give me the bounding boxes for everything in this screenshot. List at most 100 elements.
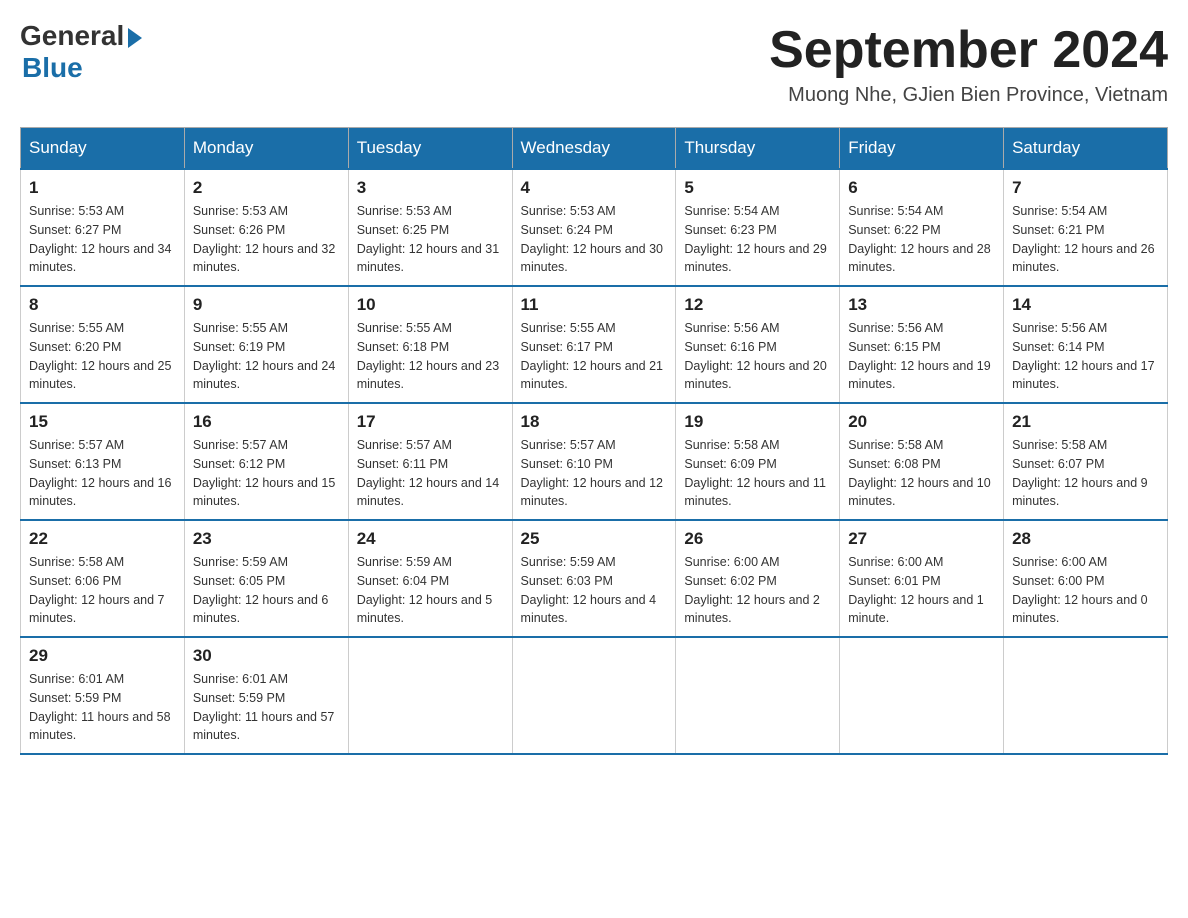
calendar-cell: 13 Sunrise: 5:56 AMSunset: 6:15 PMDayligh…	[840, 286, 1004, 403]
day-number: 29	[29, 646, 176, 666]
day-info: Sunrise: 5:58 AMSunset: 6:07 PMDaylight:…	[1012, 436, 1159, 511]
location-subtitle: Muong Nhe, GJien Bien Province, Vietnam	[769, 84, 1168, 107]
day-info: Sunrise: 5:58 AMSunset: 6:09 PMDaylight:…	[684, 436, 831, 511]
day-number: 3	[357, 178, 504, 198]
day-number: 23	[193, 529, 340, 549]
day-info: Sunrise: 5:53 AMSunset: 6:24 PMDaylight:…	[521, 202, 668, 277]
day-info: Sunrise: 5:55 AMSunset: 6:17 PMDaylight:…	[521, 319, 668, 394]
day-number: 11	[521, 295, 668, 315]
calendar-cell: 8 Sunrise: 5:55 AMSunset: 6:20 PMDaylight…	[21, 286, 185, 403]
day-number: 1	[29, 178, 176, 198]
day-info: Sunrise: 5:54 AMSunset: 6:21 PMDaylight:…	[1012, 202, 1159, 277]
day-number: 6	[848, 178, 995, 198]
weekday-header-saturday: Saturday	[1004, 128, 1168, 170]
day-info: Sunrise: 5:59 AMSunset: 6:04 PMDaylight:…	[357, 553, 504, 628]
day-number: 28	[1012, 529, 1159, 549]
calendar-cell: 16Sunrise: 5:57 AMSunset: 6:12 PMDayligh…	[184, 403, 348, 520]
day-info: Sunrise: 6:00 AMSunset: 6:02 PMDaylight:…	[684, 553, 831, 628]
calendar-cell: 6 Sunrise: 5:54 AMSunset: 6:22 PMDaylight…	[840, 169, 1004, 286]
day-info: Sunrise: 5:59 AMSunset: 6:05 PMDaylight:…	[193, 553, 340, 628]
calendar-cell: 10 Sunrise: 5:55 AMSunset: 6:18 PMDayligh…	[348, 286, 512, 403]
calendar-cell: 1Sunrise: 5:53 AMSunset: 6:27 PMDaylight…	[21, 169, 185, 286]
day-number: 2	[193, 178, 340, 198]
day-number: 8	[29, 295, 176, 315]
day-info: Sunrise: 5:55 AMSunset: 6:19 PMDaylight:…	[193, 319, 340, 394]
day-number: 19	[684, 412, 831, 432]
day-info: Sunrise: 5:59 AMSunset: 6:03 PMDaylight:…	[521, 553, 668, 628]
day-number: 25	[521, 529, 668, 549]
day-number: 17	[357, 412, 504, 432]
calendar-cell: 14 Sunrise: 5:56 AMSunset: 6:14 PMDayligh…	[1004, 286, 1168, 403]
calendar-cell	[348, 637, 512, 754]
day-number: 7	[1012, 178, 1159, 198]
logo: General Blue	[20, 20, 142, 84]
day-info: Sunrise: 5:55 AMSunset: 6:18 PMDaylight:…	[357, 319, 504, 394]
weekday-header-friday: Friday	[840, 128, 1004, 170]
weekday-header-tuesday: Tuesday	[348, 128, 512, 170]
calendar-cell: 26Sunrise: 6:00 AMSunset: 6:02 PMDayligh…	[676, 520, 840, 637]
calendar-cell: 3 Sunrise: 5:53 AMSunset: 6:25 PMDaylight…	[348, 169, 512, 286]
calendar-cell: 4 Sunrise: 5:53 AMSunset: 6:24 PMDaylight…	[512, 169, 676, 286]
page-header: General Blue September 2024 Muong Nhe, G…	[20, 20, 1168, 107]
day-number: 5	[684, 178, 831, 198]
calendar-cell: 22Sunrise: 5:58 AMSunset: 6:06 PMDayligh…	[21, 520, 185, 637]
calendar-cell: 28 Sunrise: 6:00 AMSunset: 6:00 PMDayligh…	[1004, 520, 1168, 637]
logo-general-text: General	[20, 20, 124, 52]
day-info: Sunrise: 5:53 AMSunset: 6:25 PMDaylight:…	[357, 202, 504, 277]
day-number: 10	[357, 295, 504, 315]
day-number: 4	[521, 178, 668, 198]
calendar-cell: 30Sunrise: 6:01 AMSunset: 5:59 PMDayligh…	[184, 637, 348, 754]
weekday-header-wednesday: Wednesday	[512, 128, 676, 170]
day-number: 21	[1012, 412, 1159, 432]
day-info: Sunrise: 5:54 AMSunset: 6:22 PMDaylight:…	[848, 202, 995, 277]
calendar-cell: 5 Sunrise: 5:54 AMSunset: 6:23 PMDaylight…	[676, 169, 840, 286]
calendar-week-row: 1Sunrise: 5:53 AMSunset: 6:27 PMDaylight…	[21, 169, 1168, 286]
day-number: 16	[193, 412, 340, 432]
day-info: Sunrise: 5:54 AMSunset: 6:23 PMDaylight:…	[684, 202, 831, 277]
weekday-header-thursday: Thursday	[676, 128, 840, 170]
weekday-header-sunday: Sunday	[21, 128, 185, 170]
day-info: Sunrise: 6:01 AMSunset: 5:59 PMDaylight:…	[29, 670, 176, 745]
day-number: 13	[848, 295, 995, 315]
day-number: 12	[684, 295, 831, 315]
calendar-table: SundayMondayTuesdayWednesdayThursdayFrid…	[20, 127, 1168, 755]
day-info: Sunrise: 5:58 AMSunset: 6:08 PMDaylight:…	[848, 436, 995, 511]
calendar-cell: 20Sunrise: 5:58 AMSunset: 6:08 PMDayligh…	[840, 403, 1004, 520]
day-info: Sunrise: 6:00 AMSunset: 6:00 PMDaylight:…	[1012, 553, 1159, 628]
day-info: Sunrise: 5:57 AMSunset: 6:11 PMDaylight:…	[357, 436, 504, 511]
calendar-cell: 21 Sunrise: 5:58 AMSunset: 6:07 PMDayligh…	[1004, 403, 1168, 520]
title-section: September 2024 Muong Nhe, GJien Bien Pro…	[769, 20, 1168, 107]
day-info: Sunrise: 5:56 AMSunset: 6:15 PMDaylight:…	[848, 319, 995, 394]
calendar-cell: 23 Sunrise: 5:59 AMSunset: 6:05 PMDayligh…	[184, 520, 348, 637]
day-number: 24	[357, 529, 504, 549]
logo-arrow-icon	[128, 28, 142, 48]
day-info: Sunrise: 5:57 AMSunset: 6:10 PMDaylight:…	[521, 436, 668, 511]
calendar-cell	[840, 637, 1004, 754]
calendar-week-row: 8 Sunrise: 5:55 AMSunset: 6:20 PMDaylight…	[21, 286, 1168, 403]
day-info: Sunrise: 5:58 AMSunset: 6:06 PMDaylight:…	[29, 553, 176, 628]
calendar-week-row: 29 Sunrise: 6:01 AMSunset: 5:59 PMDayligh…	[21, 637, 1168, 754]
calendar-cell: 29 Sunrise: 6:01 AMSunset: 5:59 PMDayligh…	[21, 637, 185, 754]
day-number: 18	[521, 412, 668, 432]
month-year-title: September 2024	[769, 20, 1168, 80]
day-info: Sunrise: 5:56 AMSunset: 6:14 PMDaylight:…	[1012, 319, 1159, 394]
day-number: 15	[29, 412, 176, 432]
calendar-cell: 24 Sunrise: 5:59 AMSunset: 6:04 PMDayligh…	[348, 520, 512, 637]
day-info: Sunrise: 5:57 AMSunset: 6:13 PMDaylight:…	[29, 436, 176, 511]
day-number: 27	[848, 529, 995, 549]
day-info: Sunrise: 5:53 AMSunset: 6:26 PMDaylight:…	[193, 202, 340, 277]
logo-blue-text: Blue	[22, 52, 83, 84]
calendar-cell: 15 Sunrise: 5:57 AMSunset: 6:13 PMDayligh…	[21, 403, 185, 520]
calendar-cell	[512, 637, 676, 754]
calendar-cell: 19 Sunrise: 5:58 AMSunset: 6:09 PMDayligh…	[676, 403, 840, 520]
weekday-header-row: SundayMondayTuesdayWednesdayThursdayFrid…	[21, 128, 1168, 170]
calendar-cell: 27 Sunrise: 6:00 AMSunset: 6:01 PMDayligh…	[840, 520, 1004, 637]
day-number: 14	[1012, 295, 1159, 315]
day-number: 9	[193, 295, 340, 315]
calendar-cell: 11 Sunrise: 5:55 AMSunset: 6:17 PMDayligh…	[512, 286, 676, 403]
day-info: Sunrise: 5:55 AMSunset: 6:20 PMDaylight:…	[29, 319, 176, 394]
calendar-week-row: 15 Sunrise: 5:57 AMSunset: 6:13 PMDayligh…	[21, 403, 1168, 520]
day-info: Sunrise: 6:00 AMSunset: 6:01 PMDaylight:…	[848, 553, 995, 628]
calendar-cell: 2 Sunrise: 5:53 AMSunset: 6:26 PMDaylight…	[184, 169, 348, 286]
calendar-cell: 25 Sunrise: 5:59 AMSunset: 6:03 PMDayligh…	[512, 520, 676, 637]
